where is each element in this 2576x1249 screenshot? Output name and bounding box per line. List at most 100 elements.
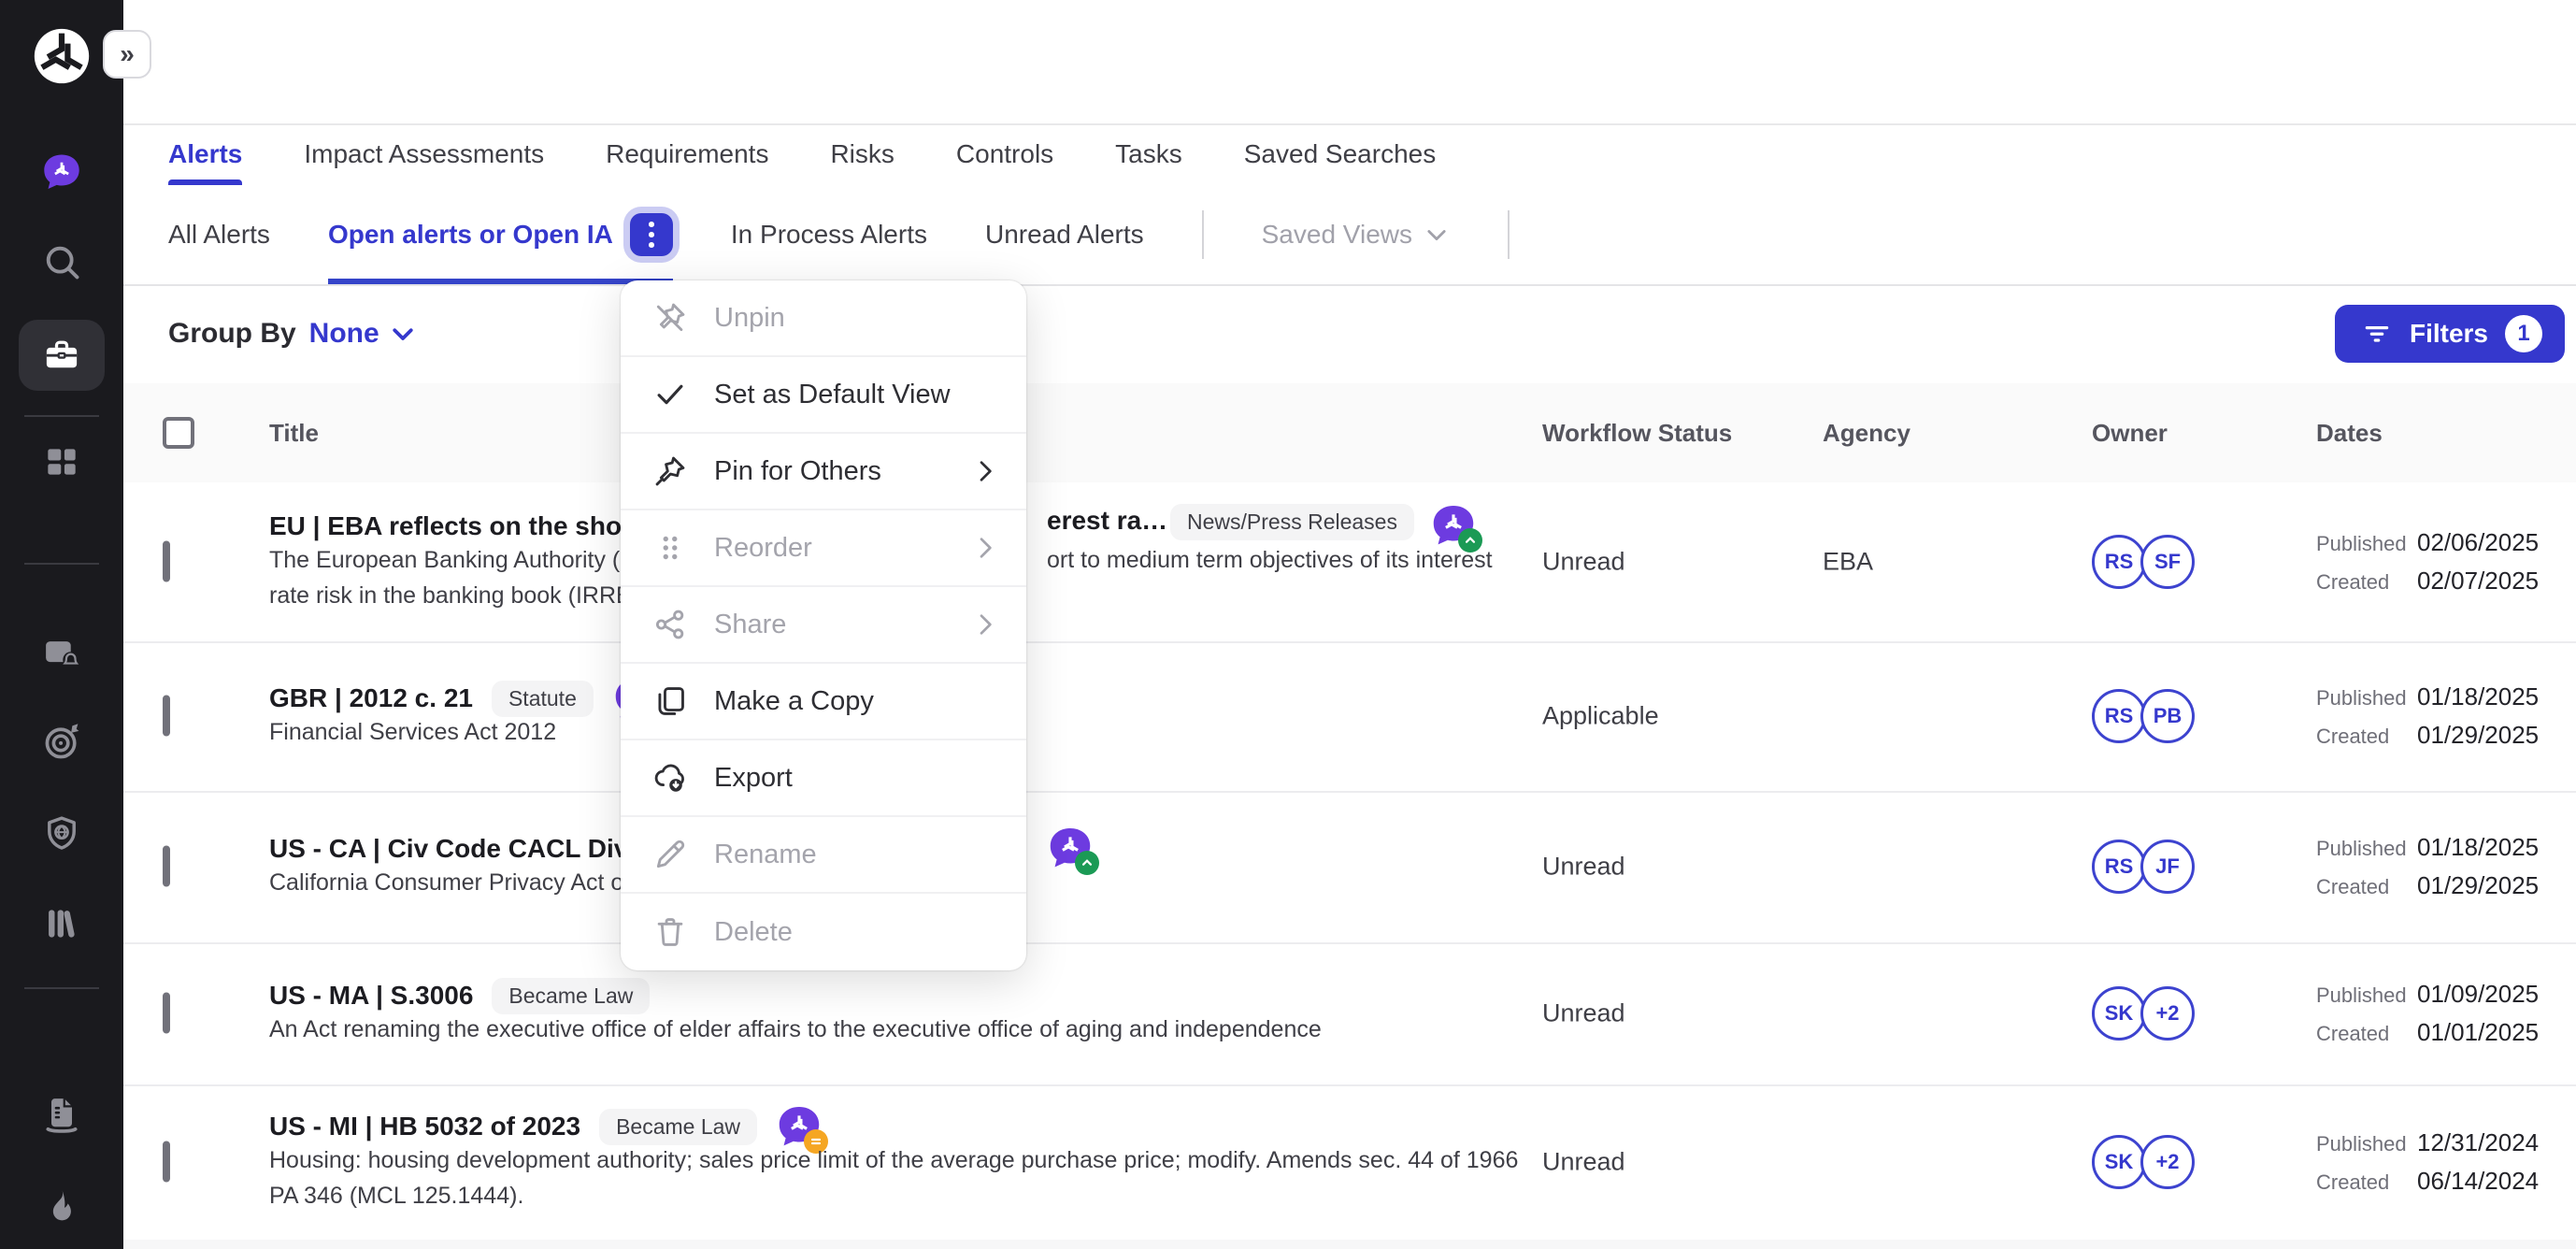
tab-saved-searches[interactable]: Saved Searches [1244, 123, 1436, 185]
sidebar-item-shield-globe-icon[interactable] [41, 813, 82, 854]
view-options-kebab-button[interactable] [630, 213, 673, 256]
filter-icon [2361, 318, 2393, 350]
filters-button[interactable]: Filters 1 [2335, 305, 2565, 363]
chevron-down-icon [389, 320, 417, 348]
saved-views-dropdown[interactable]: Saved Views [1262, 220, 1450, 250]
alert-description-line: PA 346 (MCL 125.1444). [269, 1183, 1525, 1218]
view-tabs: All Alerts Open alerts or Open IA In Proce… [123, 185, 2576, 286]
menu-item-label: Reorder [714, 533, 944, 564]
date-value: 01/09/2025 [2417, 980, 2539, 1009]
view-tab-all-alerts[interactable]: All Alerts [168, 185, 270, 284]
sidebar-divider [24, 415, 99, 417]
menu-item-label: Export [714, 763, 1000, 794]
owner-avatar: SK [2092, 1135, 2146, 1189]
pin-icon [652, 453, 688, 489]
view-tab-label: In Process Alerts [731, 220, 927, 250]
menu-item-set-as-default-view[interactable]: Set as Default View [621, 357, 1026, 434]
alerts-table: EU | EBA reflects on the shorterest ra…N… [123, 482, 2576, 1249]
sidebar-item-search-icon[interactable] [41, 241, 82, 282]
row-checkbox[interactable] [163, 541, 170, 582]
table-row: US - MA | S.3006Became LawAn Act renamin… [123, 942, 2576, 1086]
menu-item-make-a-copy[interactable]: Make a Copy [621, 664, 1026, 740]
date-value: 02/06/2025 [2417, 528, 2539, 557]
date-label: Published [2316, 686, 2417, 711]
date-label: Created [2316, 1022, 2417, 1046]
tab-requirements[interactable]: Requirements [606, 123, 768, 185]
row-select-cell [163, 699, 170, 734]
menu-item-reorder: Reorder [621, 510, 1026, 587]
date-value: 01/29/2025 [2417, 721, 2539, 750]
share-icon [652, 607, 688, 642]
sidebar-item-assistant-chat-icon[interactable] [41, 151, 82, 193]
date-label: Created [2316, 1170, 2417, 1195]
row-select-cell [163, 1145, 170, 1180]
row-checkbox[interactable] [163, 993, 170, 1034]
sidebar-expand-button[interactable]: » [103, 30, 151, 79]
date-value: 01/18/2025 [2417, 682, 2539, 711]
view-tab-open-alerts-or-open-ia[interactable]: Open alerts or Open IA [328, 185, 673, 284]
column-workflow-status: Workflow Status [1542, 383, 1732, 482]
group-by-control: Group By None [168, 284, 417, 383]
sidebar-item-document-scan-icon[interactable] [41, 1094, 82, 1135]
sidebar-item-target-icon[interactable] [41, 722, 82, 763]
sidebar-item-flame-icon[interactable] [41, 1185, 82, 1227]
tab-tasks[interactable]: Tasks [1115, 123, 1182, 185]
owner-avatar: JF [2140, 840, 2195, 894]
tab-risks[interactable]: Risks [830, 123, 894, 185]
view-tab-unread-alerts[interactable]: Unread Alerts [985, 185, 1144, 284]
table-footer-strip [123, 1240, 2576, 1249]
menu-item-export[interactable]: Export [621, 740, 1026, 817]
row-checkbox[interactable] [163, 846, 170, 887]
date-label: Published [2316, 837, 2417, 861]
view-tab-in-process-alerts[interactable]: In Process Alerts [731, 185, 927, 284]
alert-title-link[interactable]: US - MA | S.3006 [269, 981, 473, 1011]
menu-item-label: Set as Default View [714, 380, 1000, 410]
owner-avatar: SF [2140, 535, 2195, 589]
date-label: Published [2316, 532, 2417, 556]
alert-title-link[interactable]: US - CA | Civ Code CACL Divis [269, 834, 651, 864]
alert-title-link[interactable]: US - MI | HB 5032 of 2023 [269, 1112, 580, 1141]
workflow-status-cell: Applicable [1542, 702, 1659, 731]
menu-item-label: Pin for Others [714, 456, 944, 487]
alert-title-link[interactable]: GBR | 2012 c. 21 [269, 683, 473, 713]
sidebar-item-dashboard-icon[interactable] [41, 441, 82, 482]
sidebar-item-library-icon[interactable] [41, 903, 82, 944]
view-tab-label: Open alerts or Open IA [328, 220, 613, 250]
row-checkbox[interactable] [163, 696, 170, 737]
owner-avatar: RS [2092, 840, 2146, 894]
pin-off-icon [652, 300, 688, 336]
alert-title-link[interactable]: EU | EBA reflects on the short [269, 511, 640, 541]
owner-cell: RSSF [2092, 535, 2195, 589]
dates-cell: Published12/31/2024Created06/14/2024 [2316, 1128, 2539, 1196]
tab-controls[interactable]: Controls [956, 123, 1053, 185]
menu-item-label: Delete [714, 917, 1000, 948]
alert-description-line: An Act renaming the executive office of … [269, 1016, 1525, 1052]
sidebar-item-briefcase-icon[interactable] [19, 320, 105, 391]
menu-item-share: Share [621, 587, 1026, 664]
table-row: EU | EBA reflects on the shorterest ra…N… [123, 482, 2576, 643]
view-tab-label: Unread Alerts [985, 220, 1144, 250]
group-by-label: Group By [168, 318, 296, 350]
chevron-right-icon [970, 456, 1000, 486]
title-cell: US - MA | S.3006Became LawAn Act renamin… [269, 975, 1525, 1052]
owner-cell: RSPB [2092, 689, 2195, 743]
divider [1508, 210, 1510, 259]
list-toolbar: Group By None Filters 1 [123, 284, 2576, 385]
table-row: GBR | 2012 c. 21StatuteFinancial Service… [123, 641, 2576, 793]
sidebar [0, 0, 123, 1249]
sidebar-item-alerts-inbox-icon[interactable] [41, 632, 82, 673]
sidebar-divider [24, 987, 99, 989]
tab-impact-assessments[interactable]: Impact Assessments [304, 123, 544, 185]
row-checkbox[interactable] [163, 1141, 170, 1183]
top-bar [123, 0, 2576, 125]
select-all-checkbox[interactable] [163, 417, 194, 449]
brand-logo-icon [30, 24, 93, 88]
menu-item-pin-for-others[interactable]: Pin for Others [621, 434, 1026, 510]
copy-icon [652, 683, 688, 719]
saved-views-label: Saved Views [1262, 220, 1412, 250]
group-by-value-dropdown[interactable]: None [309, 318, 417, 350]
alert-type-tag: Became Law [599, 1109, 757, 1145]
tab-alerts[interactable]: Alerts [168, 123, 242, 185]
app-screen: » My Work > Alerts 9+ RS AlertsImpact As… [0, 0, 2576, 1249]
owner-cell: SK+2 [2092, 1135, 2195, 1189]
